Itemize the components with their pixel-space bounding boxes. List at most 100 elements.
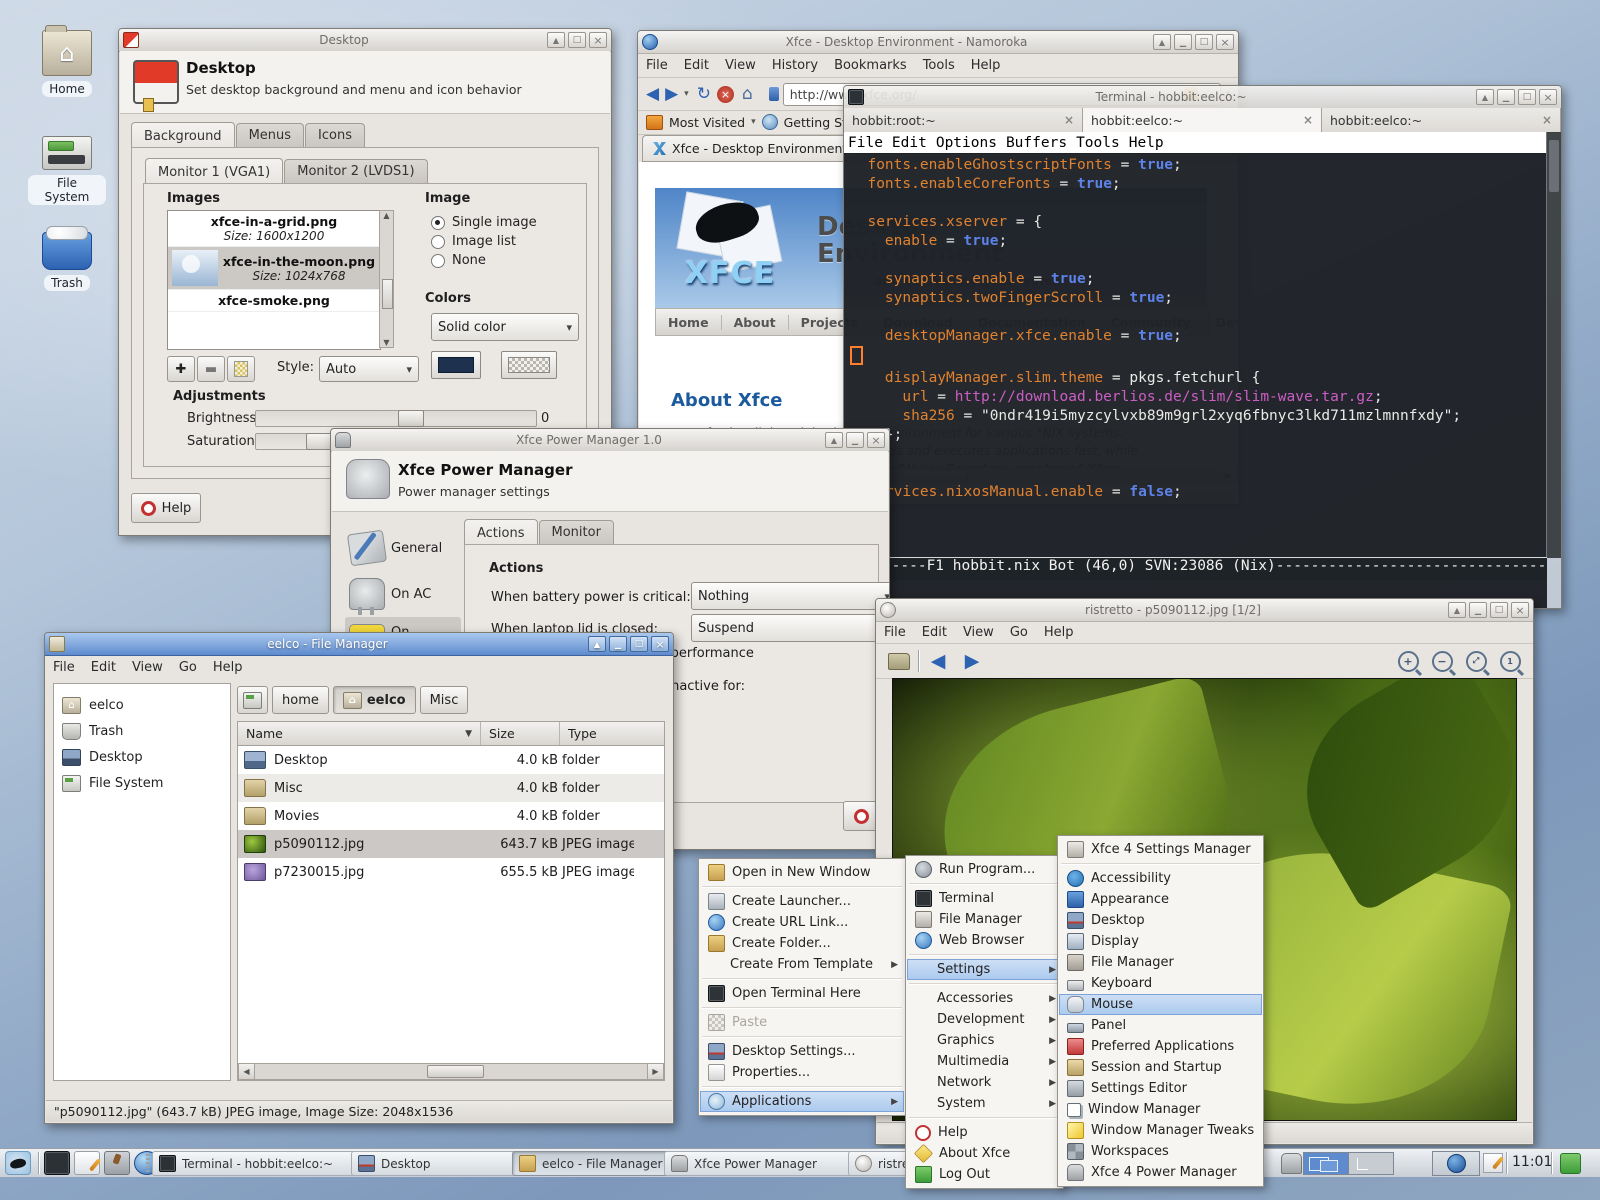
menu-item-appearance[interactable]: Appearance [1059,889,1262,910]
fm-sidebar-file-system[interactable]: File System [54,770,230,796]
menu-tools[interactable]: Tools [1076,135,1120,151]
tab-icons[interactable]: Icons [305,123,365,147]
logout-runner-icon[interactable] [1560,1153,1581,1174]
radio-circle-icon[interactable] [431,254,445,268]
file-row-desktop[interactable]: Desktop4.0 kBfolder [238,746,664,774]
menu-file[interactable]: File [53,660,75,675]
saturation-handle[interactable] [306,433,332,450]
menu-tools[interactable]: Tools [923,58,955,73]
maximize-button[interactable] [568,32,586,48]
xfce-menu-button[interactable] [3,1151,33,1175]
terminal-launcher[interactable] [44,1151,70,1175]
nav-dropdown-icon[interactable]: ▾ [684,89,689,99]
menu-item-log-out[interactable]: Log Out [907,1164,1062,1185]
task-button-terminal-hobbit-eelco[interactable]: Terminal - hobbit:eelco:~ [152,1151,362,1176]
critical-combo[interactable]: Nothing [691,582,890,610]
tray-notes-icon[interactable] [1483,1153,1503,1173]
shade-button[interactable] [588,636,606,652]
shade-button[interactable] [547,32,565,48]
brightness-slider[interactable] [255,410,537,427]
fm-hscrollbar[interactable]: ◀ ▶ [238,1063,664,1080]
menu-help[interactable]: Help [971,58,1001,73]
image-list-item-xfce-in-the-moon-png[interactable]: xfce-in-the-moon.pngSize: 1024x768 [168,247,380,290]
nav-home[interactable]: Home [656,315,722,330]
menu-item-create-url-link[interactable]: Create URL Link... [700,912,904,933]
brightness-handle[interactable] [398,410,424,427]
zoom-in-icon[interactable]: + [1393,648,1423,674]
menu-item-display[interactable]: Display [1059,931,1262,952]
tab-monitor-2-lvds1[interactable]: Monitor 2 (LVDS1) [284,159,427,183]
remove-image-button[interactable]: ▬ [197,356,225,382]
maximize-button[interactable] [1518,89,1536,105]
file-row-p7230015-jpg[interactable]: p7230015.jpg655.5 kBJPEG image [238,858,664,886]
filesystem-path-button[interactable] [237,686,268,714]
help-button[interactable]: Help [131,493,201,523]
home-icon[interactable]: ⌂ [742,84,753,104]
menu-item-xfce-4-power-manager[interactable]: Xfce 4 Power Manager [1059,1162,1262,1183]
panel-handle[interactable] [146,1154,150,1172]
size-column-header[interactable]: Size [481,722,560,745]
shade-button[interactable] [1448,602,1466,618]
menu-item-keyboard[interactable]: Keyboard [1059,973,1262,994]
close-button[interactable] [589,32,607,48]
task-button-desktop[interactable]: Desktop [351,1151,523,1176]
file-row-movies[interactable]: Movies4.0 kBfolder [238,802,664,830]
menu-file[interactable]: File [848,135,883,151]
menu-go[interactable]: Go [179,660,197,675]
fm-sidebar-desktop[interactable]: Desktop [54,744,230,770]
menu-edit[interactable]: Edit [684,58,709,73]
clock[interactable]: 11:01 [1512,1154,1552,1170]
lid-combo[interactable]: Suspend [691,614,890,642]
desktop-settings-launcher[interactable] [104,1151,130,1175]
menu-item-multimedia[interactable]: Multimedia▶ [907,1051,1062,1072]
scroll-up-icon[interactable]: ▲ [380,211,393,220]
most-visited-bookmark[interactable]: Most Visited [669,115,745,130]
second-color-button[interactable] [501,351,557,379]
pm-sidebar-on-ac[interactable]: On AC [345,571,461,617]
maximize-button[interactable] [1195,34,1213,50]
pm-sidebar-general[interactable]: General [345,525,461,571]
menu-item-about-xfce[interactable]: About Xfce [907,1143,1062,1164]
close-tab-icon[interactable]: × [1303,113,1313,127]
desktop-icon-home[interactable]: Home [28,30,106,97]
path-button-misc[interactable]: Misc [420,686,469,714]
power-manager-titlebar[interactable]: Xfce Power Manager 1.0 [331,429,889,452]
scroll-right-icon[interactable]: ▶ [647,1064,663,1079]
zoom-100-icon[interactable]: 1 [1495,648,1525,674]
fm-sidebar-trash[interactable]: Trash [54,718,230,744]
ristretto-titlebar[interactable]: ristretto - p5090112.jpg [1/2] [876,599,1533,622]
menu-item-xfce-4-settings-manager[interactable]: Xfce 4 Settings Manager [1059,839,1262,860]
menu-item-mouse[interactable]: Mouse [1059,994,1262,1015]
most-visited-caret-icon[interactable]: ▾ [751,117,756,127]
nav-about[interactable]: About [722,315,789,330]
minimize-button[interactable] [1174,34,1192,50]
menu-item-create-folder[interactable]: Create Folder... [700,933,904,954]
color-style-combo[interactable]: Solid color [431,313,579,341]
menu-item-create-from-template[interactable]: Create From Template▶ [700,954,904,975]
scroll-thumb[interactable] [427,1065,484,1078]
tab-background[interactable]: Background [131,122,235,148]
menu-item-system[interactable]: System▶ [907,1093,1062,1114]
menu-options[interactable]: Options [936,135,997,151]
new-list-button[interactable] [227,356,255,382]
menu-view[interactable]: View [725,58,756,73]
file-row-p5090112-jpg[interactable]: p5090112.jpg643.7 kBJPEG image [238,830,664,858]
shade-button[interactable] [825,432,843,448]
desktop-icon-trash[interactable]: Trash [28,226,106,291]
fm-sidebar-eelco[interactable]: eelco [54,692,230,718]
shade-button[interactable] [1476,89,1494,105]
menu-help[interactable]: Help [1044,625,1074,640]
terminal-scrollbar[interactable] [1546,132,1561,558]
menu-item-workspaces[interactable]: Workspaces [1059,1141,1262,1162]
page-tab[interactable]: Xfce - Desktop Environment [642,135,858,161]
add-image-button[interactable]: ✚ [167,356,195,382]
open-file-button[interactable] [884,648,914,674]
menu-item-open-terminal-here[interactable]: Open Terminal Here [700,983,904,1004]
back-icon[interactable]: ◀ [646,84,659,104]
menu-item-create-launcher[interactable]: Create Launcher... [700,891,904,912]
menu-item-desktop-settings[interactable]: Desktop Settings... [700,1041,904,1062]
terminal-tab-hobbit-eelco[interactable]: hobbit:eelco:~× [1322,108,1561,132]
menu-bookmarks[interactable]: Bookmarks [834,58,907,73]
browser-titlebar[interactable]: Xfce - Desktop Environment - Namoroka [638,31,1238,54]
path-button-eelco[interactable]: eelco [333,686,416,714]
